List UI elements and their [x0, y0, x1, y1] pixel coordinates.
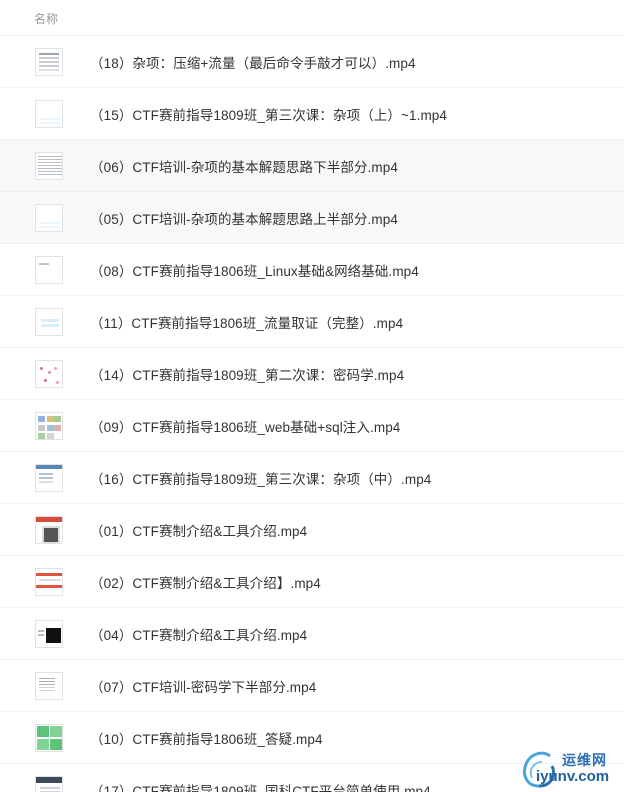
watermark: 运维网 iyunv.com [514, 738, 624, 792]
file-list: （18）杂项：压缩+流量（最后命令手敲才可以）.mp4 （15）CTF赛前指导1… [0, 36, 624, 792]
blue-slide-thumbnail-icon [35, 100, 63, 128]
file-row[interactable]: （04）CTF赛制介绍&工具介绍.mp4 [0, 608, 624, 660]
red-bars-thumbnail-icon [35, 568, 63, 596]
file-name: （05）CTF培训-杂项的基本解题思路上半部分.mp4 [90, 212, 398, 227]
file-name: （07）CTF培训-密码学下半部分.mp4 [90, 680, 317, 695]
pink-dots-thumbnail-icon [35, 360, 63, 388]
file-row[interactable]: （15）CTF赛前指导1809班_第三次课：杂项（上）~1.mp4 [0, 88, 624, 140]
file-row[interactable]: （07）CTF培训-密码学下半部分.mp4 [0, 660, 624, 712]
file-name: （06）CTF培训-杂项的基本解题思路下半部分.mp4 [90, 160, 398, 175]
doc-thumbnail-icon [35, 48, 63, 76]
file-name: （08）CTF赛前指导1806班_Linux基础&网络基础.mp4 [90, 264, 419, 279]
file-row[interactable]: （09）CTF赛前指导1806班_web基础+sql注入.mp4 [0, 400, 624, 452]
file-row[interactable]: （08）CTF赛前指导1806班_Linux基础&网络基础.mp4 [0, 244, 624, 296]
file-row[interactable]: （14）CTF赛前指导1809班_第二次课：密码学.mp4 [0, 348, 624, 400]
lines-thumbnail-icon [35, 672, 63, 700]
list-header: 名称 [0, 0, 624, 36]
blue-slide-thumbnail-icon [35, 204, 63, 232]
file-name: （11）CTF赛前指导1806班_流量取证（完整）.mp4 [90, 316, 404, 331]
file-name: （17）CTF赛前指导1809班_国科CTF平台简单使用.mp4 [90, 784, 431, 792]
file-row[interactable]: （05）CTF培训-杂项的基本解题思路上半部分.mp4 [0, 192, 624, 244]
file-name: （09）CTF赛前指导1806班_web基础+sql注入.mp4 [90, 420, 401, 435]
column-header-name[interactable]: 名称 [34, 10, 58, 27]
green-grid-thumbnail-icon [35, 724, 63, 752]
collage-thumbnail-icon [35, 412, 63, 440]
file-name: （01）CTF赛制介绍&工具介绍.mp4 [90, 524, 308, 539]
red-header-thumbnail-icon [35, 516, 63, 544]
file-name: （10）CTF赛前指导1806班_答疑.mp4 [90, 732, 323, 747]
file-row[interactable]: （01）CTF赛制介绍&工具介绍.mp4 [0, 504, 624, 556]
table-thumbnail-icon [35, 152, 63, 180]
file-name: （15）CTF赛前指导1809班_第三次课：杂项（上）~1.mp4 [90, 108, 448, 123]
file-row[interactable]: （02）CTF赛制介绍&工具介绍】.mp4 [0, 556, 624, 608]
file-name: （16）CTF赛前指导1809班_第三次课：杂项（中）.mp4 [90, 472, 432, 487]
file-name: （02）CTF赛制介绍&工具介绍】.mp4 [90, 576, 321, 591]
watermark-url: iyunv.com [536, 768, 610, 785]
file-row[interactable]: （18）杂项：压缩+流量（最后命令手敲才可以）.mp4 [0, 36, 624, 88]
file-name: （18）杂项：压缩+流量（最后命令手敲才可以）.mp4 [90, 56, 416, 71]
file-row[interactable]: （06）CTF培训-杂项的基本解题思路下半部分.mp4 [0, 140, 624, 192]
ui-thumbnail-icon [35, 464, 63, 492]
black-box-thumbnail-icon [35, 620, 63, 648]
white-page-thumbnail-icon [35, 256, 63, 284]
file-name: （04）CTF赛制介绍&工具介绍.mp4 [90, 628, 308, 643]
blue-slide-thumbnail-icon [35, 308, 63, 336]
dark-header-thumbnail-icon [35, 776, 63, 792]
file-row[interactable]: （16）CTF赛前指导1809班_第三次课：杂项（中）.mp4 [0, 452, 624, 504]
watermark-site-name: 运维网 [562, 752, 607, 768]
file-name: （14）CTF赛前指导1809班_第二次课：密码学.mp4 [90, 368, 405, 383]
file-row[interactable]: （11）CTF赛前指导1806班_流量取证（完整）.mp4 [0, 296, 624, 348]
